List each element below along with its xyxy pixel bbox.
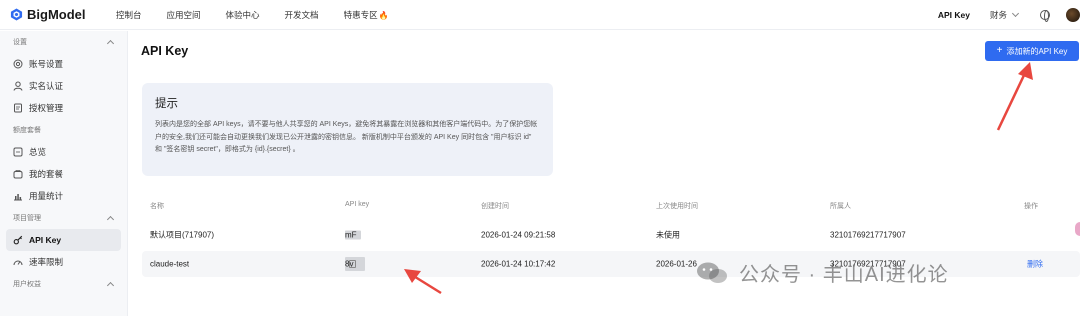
user-avatar[interactable] xyxy=(1066,8,1080,22)
col-api-key: API key xyxy=(345,201,370,208)
overview-icon xyxy=(13,147,23,157)
tip-title: 提示 xyxy=(155,98,178,110)
chevron-up-icon xyxy=(106,39,115,48)
tip-body: 列表内是您的全部 API keys，请不要与他人共享您的 API Keys，避免… xyxy=(155,121,538,153)
nav-dev-docs[interactable]: 开发文档 xyxy=(285,9,319,21)
chevron-down-icon xyxy=(1011,9,1020,18)
section-title: 设置 xyxy=(13,39,27,46)
col-last-used: 上次使用时间 xyxy=(656,203,698,210)
nav-console[interactable]: 控制台 xyxy=(116,9,142,21)
document-icon xyxy=(13,103,23,113)
chevron-up-icon xyxy=(106,281,115,290)
tip-panel: 提示 列表内是您的全部 API keys，请不要与他人共享您的 API Keys… xyxy=(142,83,553,176)
sidebar-item-account-settings[interactable]: 账号设置 xyxy=(6,53,121,75)
sidebar-item-real-name-auth[interactable]: 实名认证 xyxy=(6,75,121,97)
row-owner: 32101769217717907 xyxy=(830,230,906,240)
brand-name: BigModel xyxy=(27,7,86,22)
sidebar-item-label: 授权管理 xyxy=(29,103,64,113)
globe-icon[interactable] xyxy=(1040,10,1050,22)
sidebar-item-overview[interactable]: 总览 xyxy=(6,141,121,163)
sidebar-item-label: API Key xyxy=(29,235,62,245)
nav-special-offers[interactable]: 特惠专区🔥 xyxy=(344,9,389,21)
section-title: 用户权益 xyxy=(13,281,41,288)
sidebar-item-api-key[interactable]: API Key xyxy=(6,229,121,251)
row-name: 默认项目(717907) xyxy=(150,230,215,240)
sidebar-item-usage-stats[interactable]: 用量统计 xyxy=(6,185,121,207)
sidebar-item-rate-limit[interactable]: 速率限制 xyxy=(6,251,121,273)
top-nav: 控制台 应用空间 体验中心 开发文档 特惠专区🔥 xyxy=(116,9,414,21)
user-icon xyxy=(13,81,23,91)
package-icon xyxy=(13,169,23,179)
sidebar-item-label: 速率限制 xyxy=(29,257,64,267)
table-header: 名称 API key 创建时间 上次使用时间 所属人 操作 xyxy=(142,201,1080,217)
watermark-text: 公众号 · 丰山AI进化论 xyxy=(739,264,949,286)
top-apikey-link[interactable]: API Key xyxy=(938,10,970,20)
row-last-used: 2026-01-26 xyxy=(656,259,697,269)
sidebar-item-authorization[interactable]: 授权管理 xyxy=(6,97,121,119)
plus-icon: + xyxy=(996,45,1003,56)
sidebar-section-settings[interactable]: 设置 xyxy=(0,31,127,53)
sidebar-section-quota[interactable]: 额度套餐 xyxy=(0,119,127,141)
sidebar-item-my-package[interactable]: 我的套餐 xyxy=(6,163,121,185)
sidebar: 设置 账号设置 实名认证 授权管理 额度套餐 总览 我的套餐 用量统计 项目管理… xyxy=(0,31,128,316)
col-owner: 所属人 xyxy=(830,203,851,210)
copy-icon[interactable] xyxy=(349,260,356,268)
finance-dropdown[interactable]: 财务 xyxy=(989,9,1020,21)
brand-logo[interactable]: BigModel xyxy=(10,7,100,22)
row-last-used: 未使用 xyxy=(656,230,680,240)
row-created: 2026-01-24 10:17:42 xyxy=(481,259,556,269)
top-right-tools: API Key 财务 xyxy=(938,0,1080,30)
col-actions: 操作 xyxy=(1024,203,1038,210)
nav-special-offers-label: 特惠专区 xyxy=(343,9,378,20)
add-api-key-button[interactable]: + 添加新的API Key xyxy=(985,41,1079,61)
side-float-tab[interactable] xyxy=(1075,222,1080,236)
sidebar-item-label: 总览 xyxy=(29,147,47,157)
add-api-key-label: 添加新的API Key xyxy=(1006,46,1068,56)
finance-label: 财务 xyxy=(989,10,1007,20)
chevron-up-icon xyxy=(106,215,115,224)
col-name: 名称 xyxy=(150,203,164,210)
section-title: 额度套餐 xyxy=(13,127,41,134)
row-created: 2026-01-24 09:21:58 xyxy=(481,230,556,240)
chart-icon xyxy=(13,191,23,201)
watermark: 公众号 · 丰山AI进化论 xyxy=(695,258,949,287)
sidebar-item-label: 账号设置 xyxy=(29,59,64,69)
key-icon xyxy=(13,235,23,245)
delete-link[interactable]: 删除 xyxy=(1027,259,1043,270)
sidebar-item-label: 实名认证 xyxy=(29,81,64,91)
table-row: 默认项目(717907) mF 2026-01-24 09:21:58 未使用 … xyxy=(142,222,1080,248)
row-name: claude-test xyxy=(150,259,190,269)
col-created: 创建时间 xyxy=(481,203,509,210)
speed-icon xyxy=(13,257,23,267)
nav-app-space[interactable]: 应用空间 xyxy=(167,9,201,21)
top-navigation-bar: BigModel 控制台 应用空间 体验中心 开发文档 特惠专区🔥 API Ke… xyxy=(0,0,1080,30)
section-title: 项目管理 xyxy=(13,215,41,222)
wechat-icon xyxy=(697,262,727,283)
bigmodel-logo-icon xyxy=(10,8,23,21)
fire-icon: 🔥 xyxy=(378,10,389,20)
sidebar-section-user-benefits[interactable]: 用户权益 xyxy=(0,273,127,295)
nav-experience-center[interactable]: 体验中心 xyxy=(226,9,260,21)
sidebar-item-label: 用量统计 xyxy=(29,191,64,201)
key-suffix: mF xyxy=(345,230,357,240)
sidebar-section-project[interactable]: 项目管理 xyxy=(0,207,127,229)
sidebar-item-label: 我的套餐 xyxy=(29,169,64,179)
page-title: API Key xyxy=(141,44,189,58)
settings-icon xyxy=(13,59,23,69)
